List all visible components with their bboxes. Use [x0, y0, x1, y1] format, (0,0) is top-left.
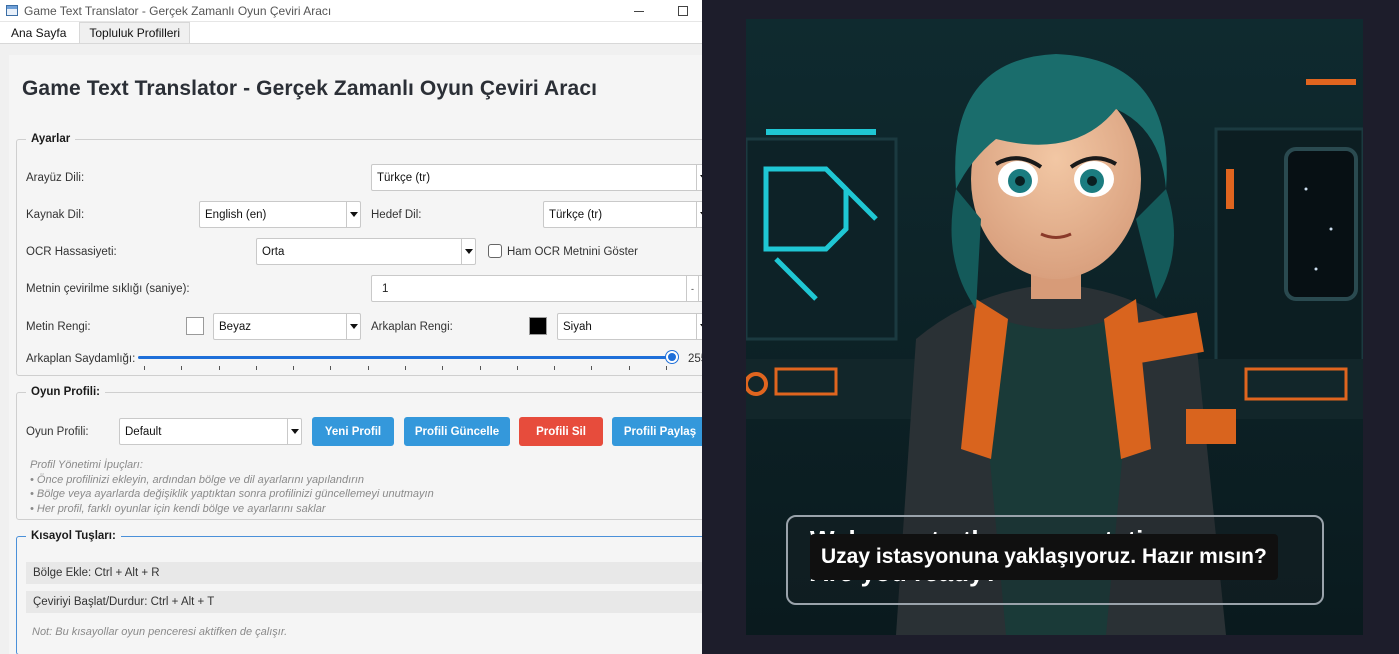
profile-legend: Oyun Profili:	[31, 386, 100, 398]
target-language-select[interactable]: Türkçe (tr)	[543, 201, 702, 228]
delete-profile-button[interactable]: Profili Sil	[519, 417, 603, 446]
target-language-label: Hedef Dil:	[371, 209, 422, 221]
slider-tick	[293, 366, 295, 370]
profile-label: Oyun Profili:	[26, 426, 89, 438]
slider-thumb[interactable]	[666, 351, 678, 363]
shortcut-toggle-translation: Çeviriyi Başlat/Durdur: Ctrl + Alt + T	[26, 591, 702, 613]
background-color-value: Siyah	[563, 320, 592, 333]
slider-tick	[666, 366, 667, 370]
background-color-label: Arkaplan Rengi:	[371, 321, 453, 333]
slider-track	[138, 356, 672, 359]
shortcut-add-region: Bölge Ekle: Ctrl + Alt + R	[26, 562, 702, 584]
tab-bar: Ana Sayfa Topluluk Profilleri	[0, 22, 702, 44]
update-profile-button[interactable]: Profili Güncelle	[404, 417, 510, 446]
show-raw-ocr-label: Ham OCR Metnini Göster	[507, 246, 639, 258]
slider-tick	[218, 366, 220, 370]
slider-tick	[181, 366, 183, 370]
shortcuts-legend: Kısayol Tuşları:	[31, 530, 116, 542]
profile-tips: Profil Yönetimi İpuçları: • Önce profili…	[30, 458, 434, 516]
slider-tick	[516, 366, 518, 370]
target-language-value: Türkçe (tr)	[549, 208, 603, 221]
text-color-select[interactable]: Beyaz	[213, 313, 361, 340]
source-language-label: Kaynak Dil:	[26, 209, 85, 221]
translate-frequency-spinbox[interactable]: 1 - -	[371, 275, 702, 302]
ocr-sensitivity-select[interactable]: Orta	[256, 238, 476, 265]
interface-language-label: Arayüz Dili:	[26, 172, 85, 184]
background-color-select[interactable]: Siyah	[557, 313, 702, 340]
slider-tick	[255, 366, 257, 370]
interface-language-select[interactable]: Türkçe (tr)	[371, 164, 702, 191]
slider-tick	[442, 366, 444, 370]
main-panel: Game Text Translator - Gerçek Zamanlı Oy…	[9, 55, 702, 654]
slider-tick	[330, 366, 332, 370]
shortcuts-note: Not: Bu kısayollar oyun penceresi aktifk…	[32, 626, 288, 638]
background-opacity-value: 255	[688, 353, 702, 365]
slider-tick	[479, 366, 481, 370]
background-color-swatch[interactable]	[529, 317, 547, 335]
profile-value: Default	[125, 425, 162, 438]
interface-language-value: Türkçe (tr)	[377, 171, 431, 184]
text-color-swatch[interactable]	[186, 317, 204, 335]
chevron-down-icon	[346, 202, 360, 227]
slider-tick	[591, 366, 593, 370]
text-color-value: Beyaz	[219, 320, 251, 333]
translate-frequency-value: 1	[382, 282, 389, 295]
chevron-down-icon	[461, 239, 475, 264]
share-profile-button[interactable]: Profili Paylaş	[612, 417, 702, 446]
profile-tip-title: Profil Yönetimi İpuçları:	[30, 459, 143, 471]
maximize-button[interactable]	[660, 0, 702, 22]
settings-legend: Ayarlar	[31, 133, 71, 145]
text-color-label: Metin Rengi:	[26, 321, 91, 333]
chevron-down-icon	[287, 419, 301, 444]
tab-community-profiles[interactable]: Topluluk Profilleri	[79, 22, 191, 43]
translator-window: Game Text Translator - Gerçek Zamanlı Oy…	[0, 0, 702, 654]
title-bar: Game Text Translator - Gerçek Zamanlı Oy…	[0, 0, 702, 22]
slider-tick	[554, 366, 556, 370]
app-window-icon	[6, 5, 18, 16]
window-title: Game Text Translator - Gerçek Zamanlı Oy…	[24, 3, 332, 18]
slider-tick	[144, 366, 145, 370]
translate-frequency-label: Metnin çevirilme sıklığı (saniye):	[26, 283, 190, 295]
profile-tip-3: • Her profil, farklı oyunlar için kendi …	[30, 502, 326, 515]
game-preview: Welcome to the space station. Are you re…	[702, 0, 1399, 654]
background-opacity-label: Arkaplan Saydamlığı:	[26, 353, 136, 365]
slider-tick	[628, 366, 630, 370]
source-language-select[interactable]: English (en)	[199, 201, 361, 228]
profile-tip-2: • Bölge veya ayarlarda değişiklik yaptık…	[30, 488, 434, 500]
source-language-value: English (en)	[205, 208, 267, 221]
profile-select[interactable]: Default	[119, 418, 302, 445]
show-raw-ocr-checkbox[interactable]	[488, 244, 502, 258]
profile-tip-1: • Önce profilinizi ekleyin, ardından böl…	[30, 473, 365, 486]
new-profile-button[interactable]: Yeni Profil	[312, 417, 394, 446]
spin-down-button[interactable]: -	[686, 276, 698, 301]
slider-tick	[367, 366, 369, 370]
tab-home[interactable]: Ana Sayfa	[1, 22, 77, 43]
translated-overlay: Uzay istasyonuna yaklaşıyoruz. Hazır mıs…	[810, 534, 1278, 580]
page-title: Game Text Translator - Gerçek Zamanlı Oy…	[22, 77, 598, 100]
minimize-button[interactable]	[616, 0, 662, 22]
ocr-sensitivity-label: OCR Hassasiyeti:	[26, 246, 117, 258]
chevron-down-icon	[346, 314, 360, 339]
slider-tick	[405, 366, 406, 370]
ocr-sensitivity-value: Orta	[262, 245, 285, 258]
